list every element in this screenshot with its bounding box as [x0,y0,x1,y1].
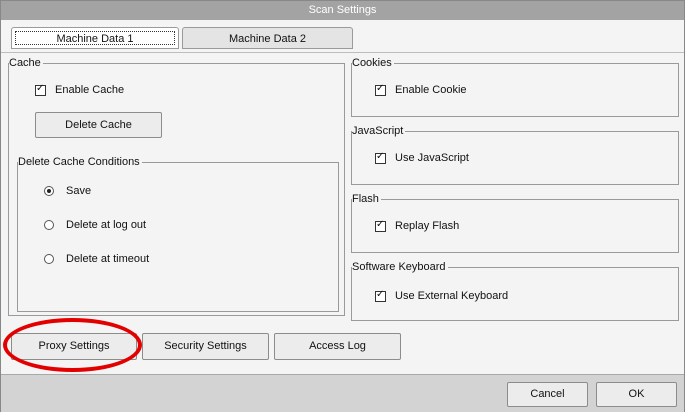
flash-group: Flash ✓ Replay Flash [351,192,679,253]
enable-cookie-label: Enable Cookie [395,84,467,96]
use-external-keyboard-label: Use External Keyboard [395,290,509,302]
check-mark-icon: ✓ [376,288,385,300]
cache-group: Cache ✓ Enable Cache Delete Cache Delete… [8,56,345,316]
proxy-settings-button[interactable]: Proxy Settings [11,333,137,360]
check-mark-icon: ✓ [376,82,385,94]
delete-cache-button[interactable]: Delete Cache [35,112,162,138]
javascript-group-title: JavaScript [352,124,406,138]
cookies-group-title: Cookies [352,56,394,70]
tab-machine-data-1[interactable]: Machine Data 1 [11,27,179,49]
use-javascript-label: Use JavaScript [395,152,469,164]
enable-cache-checkbox[interactable]: ✓ Enable Cache [35,83,124,97]
dialog-footer: Cancel OK [1,374,684,412]
software-keyboard-group: Software Keyboard ✓ Use External Keyboar… [351,260,679,321]
checkbox-box: ✓ [375,150,386,164]
tab-strip: Machine Data 1 Machine Data 2 [1,20,684,53]
check-mark-icon: ✓ [36,82,45,94]
check-mark-icon: ✓ [376,218,385,230]
checkbox-box: ✓ [375,82,386,96]
checkbox-box: ✓ [375,218,386,232]
radio-save[interactable]: Save [44,184,91,198]
conditions-group-title: Delete Cache Conditions [18,155,142,169]
tab-machine-data-2[interactable]: Machine Data 2 [182,27,353,49]
delete-cache-conditions-group: Delete Cache Conditions Save Delete at l… [17,155,339,312]
window-title: Scan Settings [1,1,684,20]
keyboard-group-title: Software Keyboard [352,260,448,274]
security-settings-button[interactable]: Security Settings [142,333,269,360]
radio-logout-label: Delete at log out [66,219,147,231]
replay-flash-label: Replay Flash [395,220,460,232]
replay-flash-checkbox[interactable]: ✓ Replay Flash [375,219,459,233]
tab-label: Machine Data 1 [15,31,175,45]
enable-cache-label: Enable Cache [55,84,125,96]
use-external-keyboard-checkbox[interactable]: ✓ Use External Keyboard [375,289,508,303]
checkbox-box: ✓ [35,82,46,96]
radio-unselected-icon [44,254,54,264]
cache-group-title: Cache [9,56,43,70]
javascript-group: JavaScript ✓ Use JavaScript [351,124,679,185]
ok-button[interactable]: OK [596,382,677,407]
radio-unselected-icon [44,220,54,230]
cancel-button[interactable]: Cancel [507,382,588,407]
radio-delete-at-timeout[interactable]: Delete at timeout [44,252,149,266]
access-log-button[interactable]: Access Log [274,333,401,360]
radio-selected-icon [44,186,54,196]
use-javascript-checkbox[interactable]: ✓ Use JavaScript [375,151,469,165]
radio-save-label: Save [66,185,92,197]
scan-settings-window: Scan Settings Machine Data 1 Machine Dat… [0,0,685,412]
checkbox-box: ✓ [375,288,386,302]
radio-delete-at-log-out[interactable]: Delete at log out [44,218,146,232]
cookies-group: Cookies ✓ Enable Cookie [351,56,679,117]
check-mark-icon: ✓ [376,150,385,162]
enable-cookie-checkbox[interactable]: ✓ Enable Cookie [375,83,467,97]
flash-group-title: Flash [352,192,381,206]
radio-timeout-label: Delete at timeout [66,253,150,265]
